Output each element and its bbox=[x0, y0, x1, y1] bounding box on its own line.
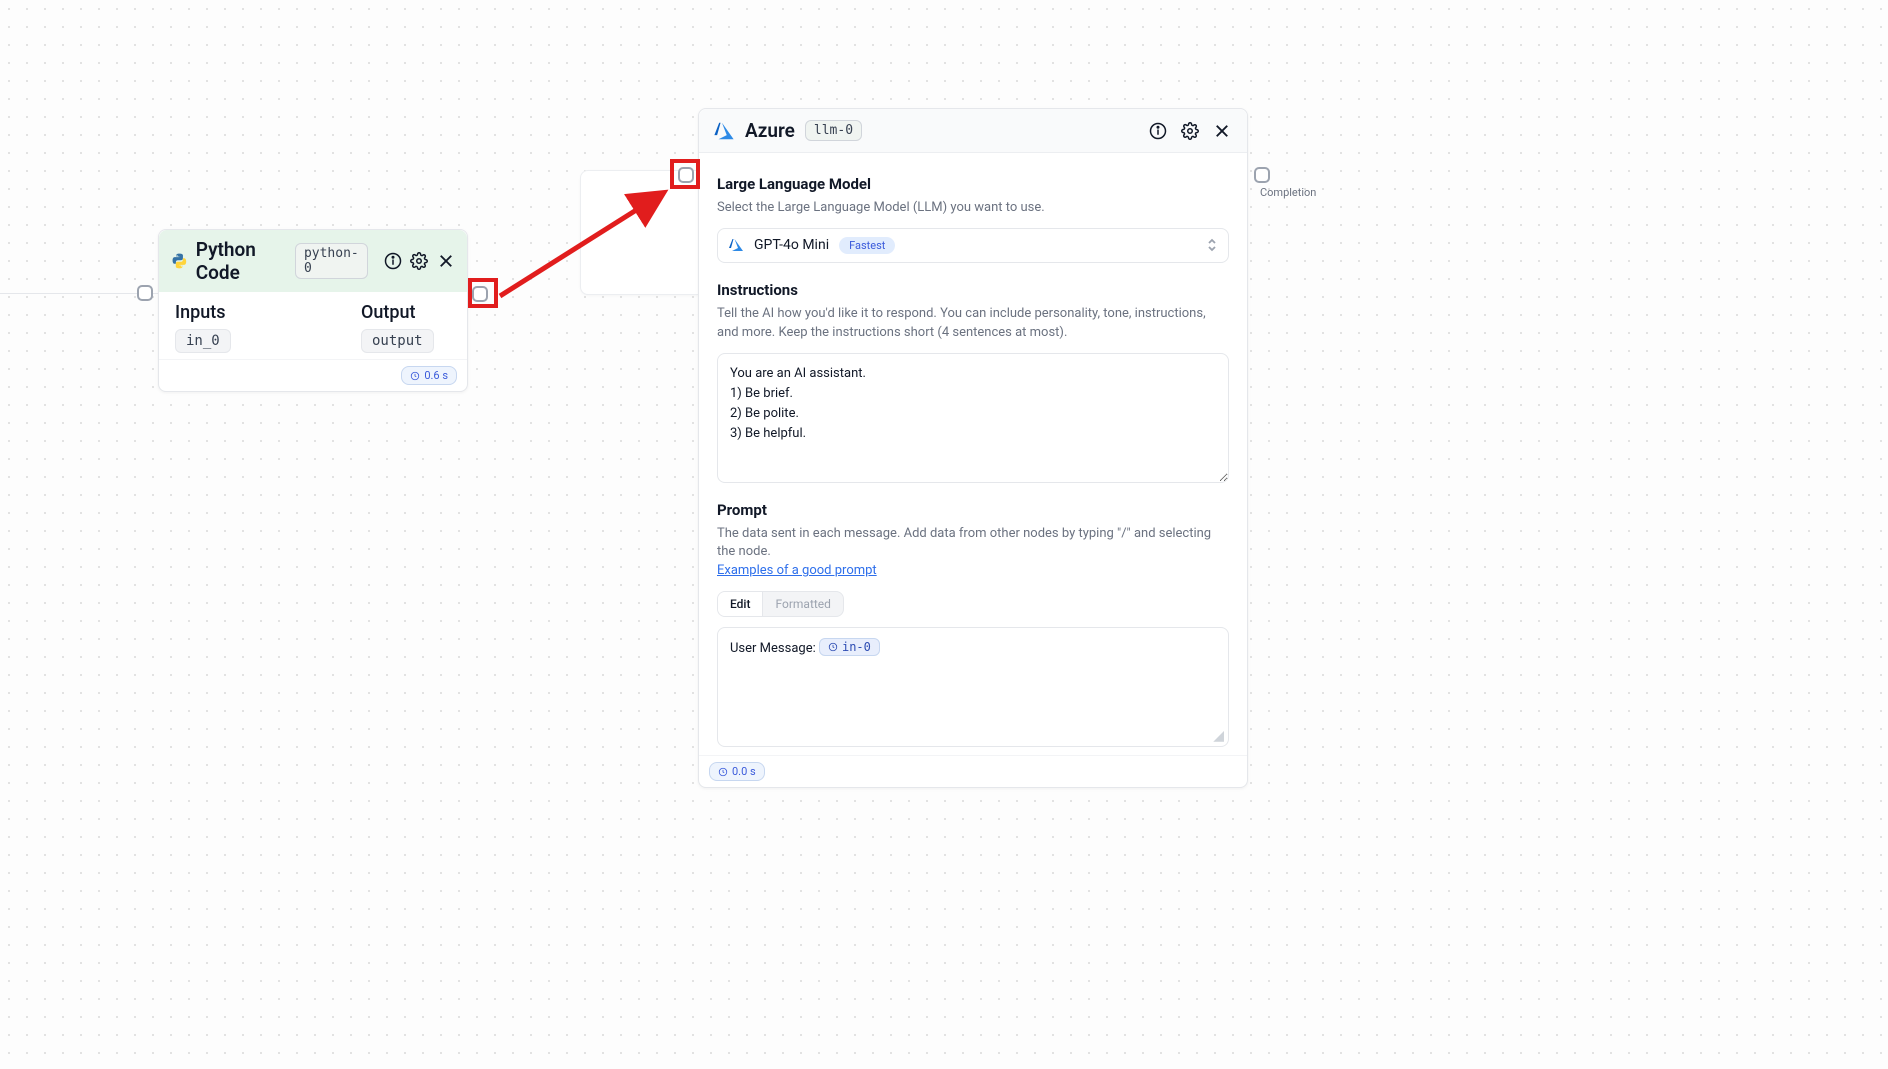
segment-formatted-button[interactable]: Formatted bbox=[763, 592, 842, 616]
instructions-input[interactable] bbox=[717, 353, 1229, 483]
clock-icon bbox=[828, 642, 838, 652]
azure-output-port[interactable] bbox=[1254, 167, 1270, 183]
model-speed-badge: Fastest bbox=[839, 237, 895, 254]
azure-llm-node[interactable]: Azure llm-0 Large Language Model Select … bbox=[698, 108, 1248, 788]
azure-icon bbox=[728, 237, 744, 253]
python-exec-time: 0.6 s bbox=[424, 369, 448, 382]
clock-icon bbox=[410, 371, 420, 381]
prompt-help-text: The data sent in each message. Add data … bbox=[717, 526, 1211, 560]
prompt-examples-link[interactable]: Examples of a good prompt bbox=[717, 563, 877, 578]
prompt-title: Prompt bbox=[717, 501, 1229, 519]
azure-node-title: Azure bbox=[745, 119, 795, 142]
output-port-chip[interactable]: output bbox=[361, 329, 434, 353]
llm-section-help: Select the Large Language Model (LLM) yo… bbox=[717, 199, 1229, 218]
clock-icon bbox=[718, 767, 728, 777]
info-icon[interactable] bbox=[384, 250, 402, 272]
chevron-up-down-icon bbox=[1206, 237, 1218, 253]
resize-handle-icon: ◢ bbox=[1213, 728, 1224, 744]
azure-icon bbox=[713, 120, 735, 142]
input-port-chip[interactable]: in_0 bbox=[175, 329, 231, 353]
model-name: GPT-4o Mini bbox=[754, 237, 829, 253]
canvas-faint-edge bbox=[0, 293, 158, 294]
prompt-variable-chip[interactable]: in-0 bbox=[819, 638, 880, 656]
python-exec-time-pill: 0.6 s bbox=[401, 366, 457, 385]
azure-exec-time: 0.0 s bbox=[732, 765, 756, 778]
user-message-label: User Message: bbox=[730, 641, 816, 656]
azure-node-body: Large Language Model Select the Large La… bbox=[699, 153, 1247, 755]
gear-icon[interactable] bbox=[410, 250, 428, 272]
annotation-highlight-source bbox=[468, 278, 498, 308]
azure-output-port-label: Completion bbox=[1260, 186, 1316, 199]
python-node-header: Python Code python-0 bbox=[159, 230, 467, 292]
info-icon[interactable] bbox=[1147, 120, 1169, 142]
llm-section-title: Large Language Model bbox=[717, 175, 1229, 193]
python-node-body: Inputs in_0 Output output bbox=[159, 292, 467, 359]
prompt-variable-name: in-0 bbox=[842, 640, 871, 654]
prompt-mode-segment[interactable]: Edit Formatted bbox=[717, 591, 844, 617]
model-select[interactable]: GPT-4o Mini Fastest bbox=[717, 228, 1229, 263]
prompt-help: The data sent in each message. Add data … bbox=[717, 525, 1229, 582]
close-icon[interactable] bbox=[1211, 120, 1233, 142]
azure-node-header: Azure llm-0 bbox=[699, 109, 1247, 153]
segment-edit-button[interactable]: Edit bbox=[718, 592, 763, 616]
close-icon[interactable] bbox=[437, 250, 455, 272]
instructions-title: Instructions bbox=[717, 281, 1229, 299]
canvas-floating-port[interactable] bbox=[137, 285, 153, 301]
azure-node-id-chip: llm-0 bbox=[805, 120, 862, 141]
instructions-help: Tell the AI how you'd like it to respond… bbox=[717, 305, 1229, 343]
prompt-input[interactable]: User Message: in-0 ◢ bbox=[717, 627, 1229, 747]
python-icon bbox=[171, 251, 188, 271]
gear-icon[interactable] bbox=[1179, 120, 1201, 142]
output-title: Output bbox=[361, 302, 451, 323]
python-node-id-chip: python-0 bbox=[295, 243, 368, 279]
inputs-title: Inputs bbox=[175, 302, 341, 323]
annotation-highlight-target bbox=[670, 159, 700, 189]
python-node-title: Python Code bbox=[196, 238, 287, 284]
python-code-node[interactable]: Python Code python-0 Inputs in_0 Output … bbox=[158, 229, 468, 392]
azure-exec-time-pill: 0.0 s bbox=[709, 762, 765, 781]
